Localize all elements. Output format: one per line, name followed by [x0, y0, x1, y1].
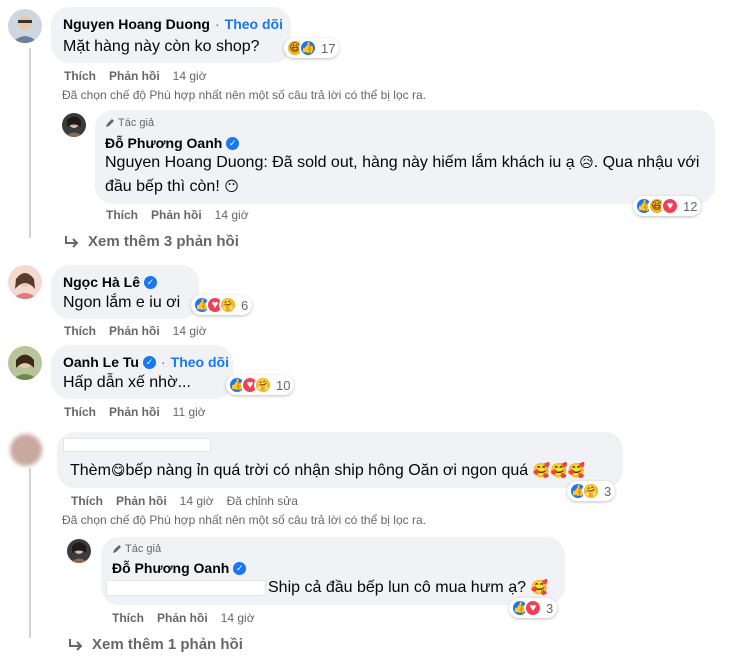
timestamp[interactable]: 14 giờ [173, 69, 207, 83]
like-icon: 👍 [299, 39, 317, 57]
care-icon: 🤗 [582, 482, 600, 500]
comment-bubble: Ngọc Hà Lê ✓ Ngon lắm e iu ơi [51, 265, 199, 319]
avatar[interactable] [62, 113, 86, 137]
reply-link[interactable]: Phản hồi [109, 69, 160, 83]
comment-bubble: Nguyen Hoang Duong · Theo dõi Mặt hàng n… [51, 7, 291, 63]
smile-emoji: 😶 [224, 179, 239, 195]
reply-text: Ship cả đầu bếp lun cô mua hưm ạ? 🥰 [268, 579, 548, 596]
love-icon: ♥ [661, 197, 679, 215]
follow-link[interactable]: Theo dõi [225, 16, 283, 32]
reaction-summary[interactable]: 👍 🤗 3 [567, 481, 616, 501]
love-face-emoji: 🥰 [530, 580, 548, 596]
reaction-summary[interactable]: 👍 ♥ 🤗 6 [191, 295, 253, 315]
comment-text: Ngon lắm e iu ơi [63, 294, 181, 311]
reply-link[interactable]: Phản hồi [109, 405, 160, 419]
reply-link[interactable]: Phản hồi [116, 494, 167, 508]
like-link[interactable]: Thích [112, 611, 144, 625]
edited-label: Đã chỉnh sửa [226, 494, 298, 508]
love-icon: ♥ [524, 599, 542, 617]
thread-line [29, 468, 31, 638]
like-link[interactable]: Thích [64, 324, 96, 338]
avatar[interactable] [8, 346, 42, 380]
reaction-count: 6 [241, 297, 249, 313]
verified-icon: ✓ [226, 136, 240, 150]
reaction-summary[interactable]: 👍 😆 ♥ 12 [633, 196, 702, 216]
redacted-mention [106, 580, 266, 596]
verified-icon: ✓ [233, 561, 247, 575]
comment-text: Hấp dẫn xế nhờ... [63, 374, 191, 391]
reply-arrow-icon [65, 235, 79, 248]
separator: · [215, 16, 220, 32]
reaction-summary[interactable]: 😆 👍 17 [284, 38, 340, 58]
avatar[interactable] [8, 265, 42, 299]
reaction-count: 17 [321, 40, 336, 56]
care-icon: 🤗 [219, 296, 237, 314]
comment-author[interactable]: Ngọc Hà Lê [63, 274, 140, 290]
separator: · [160, 354, 166, 370]
comment-author[interactable]: Đỗ Phương Oanh [105, 135, 222, 151]
redacted-name [63, 438, 211, 452]
pen-icon [113, 545, 121, 553]
reaction-summary[interactable]: 👍 ♥ 3 [509, 598, 558, 618]
filter-notice: Đã chọn chế độ Phù hợp nhất nên một số c… [62, 88, 426, 102]
timestamp[interactable]: 14 giờ [180, 494, 214, 508]
author-badge: Tác giả [118, 117, 155, 129]
avatar[interactable] [10, 434, 42, 466]
reply-bubble: Tác giả Đỗ Phương Oanh ✓ Ship cả đầu bếp… [101, 537, 565, 605]
timestamp[interactable]: 14 giờ [173, 324, 207, 338]
pen-icon [106, 119, 114, 127]
reaction-count: 3 [604, 483, 612, 499]
smile-emoji: 😋 [110, 463, 126, 479]
reaction-count: 3 [546, 600, 554, 616]
thread-line [29, 48, 31, 238]
reaction-count: 10 [276, 377, 291, 393]
comment-bubble: Oanh Le Tu ✓ · Theo dõi Hấp dẫn xế nhờ..… [51, 345, 233, 399]
avatar[interactable] [8, 9, 42, 43]
timestamp[interactable]: 14 giờ [221, 611, 255, 625]
comment-text: Mặt hàng này còn ko shop? [63, 38, 260, 55]
reply-arrow-icon [69, 638, 83, 651]
reply-bubble: Tác giả Đỗ Phương Oanh ✓ Nguyen Hoang Du… [95, 110, 715, 204]
like-link[interactable]: Thích [64, 405, 96, 419]
view-more-replies[interactable]: Xem thêm 3 phản hồi [64, 233, 239, 250]
comment-author[interactable]: Oanh Le Tu [63, 354, 139, 370]
reaction-summary[interactable]: 👍 ♥ 🤗 10 [226, 375, 295, 395]
follow-link[interactable]: Theo dõi [171, 354, 229, 370]
reaction-count: 12 [683, 198, 698, 214]
reply-link[interactable]: Phản hồi [109, 324, 160, 338]
reply-link[interactable]: Phản hồi [151, 208, 202, 222]
timestamp[interactable]: 11 giờ [173, 405, 206, 419]
timestamp[interactable]: 14 giờ [215, 208, 249, 222]
avatar[interactable] [67, 539, 91, 563]
verified-icon: ✓ [142, 355, 156, 369]
verified-icon: ✓ [144, 275, 158, 289]
sad-emoji: 😥 [579, 155, 594, 171]
care-icon: 🤗 [254, 376, 272, 394]
mention-link[interactable]: Nguyen Hoang Duong [105, 154, 263, 171]
love-face-emoji: 🥰🥰🥰 [532, 463, 585, 479]
comment-author[interactable]: Đỗ Phương Oanh [112, 560, 229, 576]
comment-author[interactable]: Nguyen Hoang Duong [63, 16, 210, 32]
comment-text: Thèm😋bếp nàng ỉn quá trời có nhận ship h… [70, 462, 585, 479]
author-badge: Tác giả [125, 543, 162, 555]
reply-text: Nguyen Hoang Duong: Đã sold out, hàng nà… [105, 151, 705, 199]
comment-bubble: Thèm😋bếp nàng ỉn quá trời có nhận ship h… [57, 432, 623, 488]
like-link[interactable]: Thích [71, 494, 103, 508]
like-link[interactable]: Thích [106, 208, 138, 222]
view-more-replies[interactable]: Xem thêm 1 phản hồi [68, 636, 243, 653]
reply-link[interactable]: Phản hồi [157, 611, 208, 625]
filter-notice: Đã chọn chế độ Phù hợp nhất nên một số c… [62, 513, 426, 527]
like-link[interactable]: Thích [64, 69, 96, 83]
